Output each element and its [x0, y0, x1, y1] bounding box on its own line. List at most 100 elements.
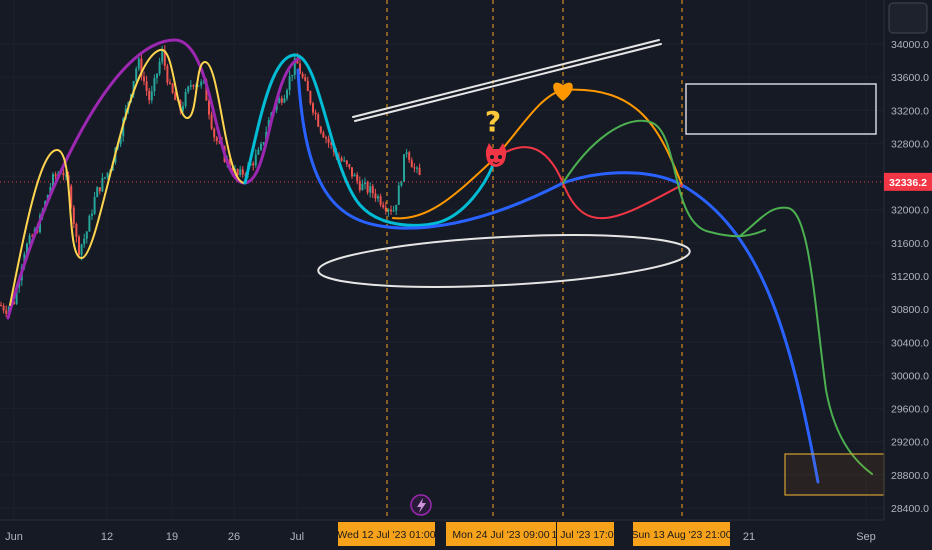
support-ellipse — [317, 234, 691, 288]
price-tick-label: 30800.0 — [891, 304, 929, 316]
price-tick-label: 32000.0 — [891, 205, 929, 217]
candle-body — [150, 91, 153, 101]
price-tick-label: 31600.0 — [891, 238, 929, 250]
candle-body — [169, 82, 171, 84]
time-axis[interactable]: Jun 12 19 26 Jul 21 Sep — [0, 519, 884, 543]
green-projection-tail — [739, 206, 873, 475]
candle-body — [254, 154, 257, 166]
candle-body — [309, 91, 312, 104]
candle-body — [208, 100, 210, 115]
candle-body — [319, 126, 322, 133]
candle-body — [98, 187, 101, 192]
candle-body — [54, 174, 57, 177]
drawings-group — [6, 38, 885, 496]
candle-body — [158, 61, 161, 74]
candle-body — [106, 172, 109, 178]
candle-body — [262, 142, 265, 144]
price-tick-label: 29200.0 — [891, 437, 929, 449]
candle-body — [153, 78, 156, 92]
candle-body — [366, 182, 369, 193]
candle-body — [85, 231, 88, 239]
time-marker-label: 1 Jul '23 17:00 — [552, 529, 620, 541]
candle-body — [348, 164, 351, 168]
red-projection — [492, 146, 683, 220]
price-tick-label: 29600.0 — [891, 404, 929, 416]
candle-body — [312, 103, 314, 113]
price-tick-label: 32800.0 — [891, 138, 929, 150]
candle-body — [280, 98, 283, 103]
time-marker-label: Wed 12 Jul '23 01:00 — [337, 529, 435, 541]
orange-projection — [392, 88, 683, 220]
time-tick-label: 26 — [228, 531, 240, 543]
last-price-label: 32336.2 — [889, 177, 927, 189]
candle-body — [213, 128, 216, 138]
time-tick-label: 21 — [743, 531, 755, 543]
price-axis[interactable]: 34000.033600.033200.032800.032400.032000… — [883, 0, 929, 520]
candle-body — [143, 76, 145, 82]
candle-body — [356, 174, 359, 182]
price-tick-label: 31200.0 — [891, 271, 929, 283]
candle-body — [395, 204, 398, 211]
candle-body — [101, 177, 104, 192]
candle-body — [2, 305, 5, 311]
candle-body — [192, 85, 195, 87]
candle-body — [377, 196, 379, 199]
candle-body — [252, 163, 255, 166]
candle-body — [200, 81, 203, 86]
candle-body — [239, 169, 242, 176]
candle-body — [314, 112, 317, 115]
candle-body — [96, 187, 99, 198]
candle-body — [288, 76, 291, 91]
price-tick-label: 34000.0 — [891, 39, 929, 51]
candle-body — [418, 167, 421, 176]
candle-body — [161, 50, 164, 62]
candle-body — [413, 167, 416, 169]
candle-body — [405, 152, 408, 155]
candle-body — [397, 185, 400, 205]
trend-line-upper — [352, 39, 660, 118]
price-tick-label: 30000.0 — [891, 370, 929, 382]
candle-body — [137, 58, 140, 69]
candle-body — [390, 209, 392, 212]
candle-body — [171, 83, 174, 93]
cat-eye — [498, 155, 502, 159]
candle-body — [361, 183, 364, 191]
price-tick-label: 30400.0 — [891, 337, 929, 349]
candle-body — [241, 169, 244, 175]
time-tick-label: Jun — [5, 531, 23, 543]
lightning-icon — [410, 494, 432, 516]
candle-body — [189, 85, 192, 87]
candle-body — [351, 167, 353, 177]
candle-body — [371, 186, 374, 194]
price-chart[interactable]: 34000.033600.033200.032800.032400.032000… — [0, 0, 932, 550]
candle-body — [408, 152, 411, 161]
trend-line-lower — [354, 43, 662, 122]
candle-body — [416, 167, 418, 169]
yellow-wave — [9, 48, 246, 306]
candle-body — [184, 92, 187, 107]
cat-face-icon — [485, 143, 507, 167]
candle-body — [410, 160, 413, 168]
chart-settings-button[interactable] — [888, 2, 928, 34]
candle-body — [78, 236, 80, 255]
candle-body — [135, 68, 138, 82]
candle-body — [387, 209, 390, 212]
candle-body — [260, 143, 262, 150]
candle-body — [257, 149, 260, 155]
candle-body — [379, 196, 382, 205]
candle-body — [327, 138, 330, 143]
candle-body — [145, 81, 148, 91]
question-mark-icon: ? — [485, 105, 501, 138]
candle-body — [358, 181, 361, 191]
candle-body — [343, 160, 346, 162]
price-tick-label: 33600.0 — [891, 72, 929, 84]
time-marker-label: Mon 24 Jul '23 09:00 — [452, 529, 549, 541]
candle-body — [148, 90, 151, 101]
candle-body — [301, 73, 304, 78]
candle-body — [286, 90, 288, 99]
candle-body — [91, 213, 93, 216]
candle-body — [392, 210, 395, 212]
time-tick-label: Sep — [856, 531, 876, 543]
candle-body — [166, 65, 169, 83]
candle-body — [187, 86, 190, 93]
